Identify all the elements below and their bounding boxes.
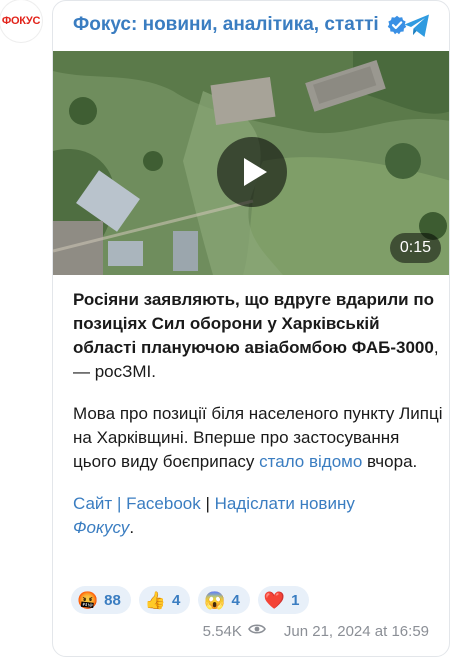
thumbs-up-icon: 👍 <box>144 590 167 610</box>
reaction-thumbs-up[interactable]: 👍 4 <box>138 586 191 614</box>
screaming-face-icon: 😱 <box>204 590 226 610</box>
period: . <box>129 518 135 537</box>
post-paragraph-1: Росіяни заявляють, що вдруге вдарили по … <box>73 288 443 384</box>
video-duration: 0:15 <box>389 233 441 263</box>
post-card: Фокус: новини, аналітика, статті 0:15 Ро… <box>52 0 450 657</box>
post-header: Фокус: новини, аналітика, статті <box>53 1 449 49</box>
reactions-bar: 🤬 88 👍 4 😱 4 ❤️ 1 <box>71 586 310 614</box>
post-meta: 5.54K Jun 21, 2024 at 16:59 <box>203 622 429 640</box>
reaction-count: 4 <box>172 591 181 609</box>
angry-face-icon: 🤬 <box>77 590 99 610</box>
reaction-count: 1 <box>291 591 300 609</box>
reaction-count: 88 <box>104 591 121 609</box>
separator: | <box>200 494 215 513</box>
post-body-b: вчора. <box>362 452 418 471</box>
video-thumbnail[interactable]: 0:15 <box>53 51 449 275</box>
telegram-share-icon[interactable] <box>403 13 431 39</box>
eye-icon <box>247 622 266 640</box>
post-text: Росіяни заявляють, що вдруге вдарили по … <box>73 288 443 558</box>
post-date[interactable]: Jun 21, 2024 at 16:59 <box>284 623 429 640</box>
channel-avatar[interactable]: ФОКУС <box>0 0 42 42</box>
site-link[interactable]: Сайт <box>73 494 112 513</box>
reaction-angry[interactable]: 🤬 88 <box>71 586 131 614</box>
post-paragraph-2: Мова про позиції біля населеного пункту … <box>73 402 443 474</box>
channel-title[interactable]: Фокус: новини, аналітика, статті <box>73 14 379 36</box>
play-icon <box>244 158 267 186</box>
views-count: 5.54K <box>202 622 242 640</box>
reaction-scream[interactable]: 😱 4 <box>198 586 250 614</box>
reaction-count: 4 <box>231 591 240 609</box>
heart-icon: ❤️ <box>263 590 286 610</box>
reaction-heart[interactable]: ❤️ 1 <box>257 586 310 614</box>
separator: | <box>112 494 127 513</box>
fokus-link[interactable]: Фокусу <box>73 518 129 537</box>
facebook-link[interactable]: Facebook <box>126 494 201 513</box>
send-news-link[interactable]: Надіслати новину <box>215 494 355 513</box>
inline-link[interactable]: стало відомо <box>259 452 362 471</box>
play-button[interactable] <box>217 137 287 207</box>
avatar-logo-text: ФОКУС <box>1 15 41 27</box>
post-links: Сайт | Facebook | Надіслати новину Фокусу… <box>73 492 443 540</box>
post-headline: Росіяни заявляють, що вдруге вдарили по … <box>73 290 434 357</box>
